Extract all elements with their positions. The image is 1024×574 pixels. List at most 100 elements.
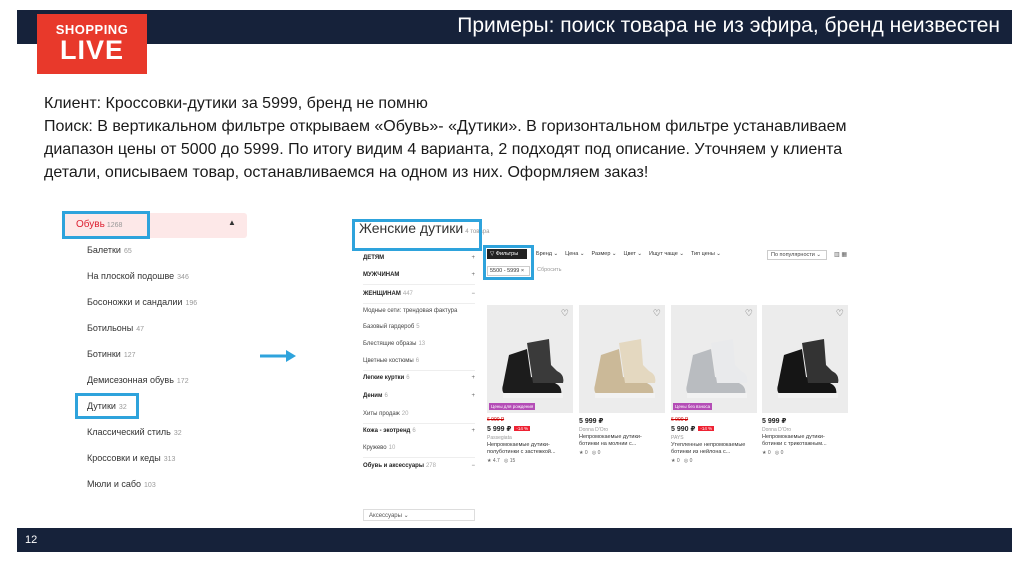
heart-icon[interactable]: ♡ bbox=[653, 308, 661, 319]
old-price: 6 990 ₽ bbox=[671, 417, 689, 423]
expand-icon[interactable]: + bbox=[471, 375, 475, 381]
divider bbox=[363, 423, 475, 424]
text-line-range: диапазон цены от 5000 до 5999. По итогу … bbox=[44, 141, 843, 158]
reset-link[interactable]: Сбросить bbox=[537, 267, 561, 273]
sidebar-category-row[interactable]: Блестящие образы 13 bbox=[363, 341, 475, 347]
product-image[interactable]: ♡ Цены для рождения bbox=[487, 305, 573, 413]
sidebar-category-row[interactable]: Модные сети: трендовая фактура bbox=[363, 308, 475, 314]
accessories-select[interactable]: Аксессуары ⌄ bbox=[363, 509, 475, 521]
brand: Passegiata bbox=[487, 435, 512, 441]
price: 5 999 ₽ -14 % bbox=[487, 426, 531, 433]
filter-dropdown[interactable]: Тип цены ⌄ bbox=[691, 251, 721, 257]
text-line-client: Клиент: Кроссовки-дутики за 5999, бренд … bbox=[44, 95, 428, 112]
expand-icon[interactable]: + bbox=[471, 272, 475, 278]
product-name[interactable]: Непромокаемые дутики-ботинки с трикотажн… bbox=[762, 434, 850, 448]
highlight-box-shoes bbox=[62, 211, 150, 239]
product-card[interactable]: ♡ Цены без взноса 6 990 ₽ 5 990 ₽ -14 % PAYS У… bbox=[671, 305, 759, 464]
slide-title: Примеры: поиск товара не из эфира, бренд… bbox=[457, 14, 1000, 37]
price: 5 990 ₽ -14 % bbox=[671, 426, 715, 433]
caret-up-icon[interactable]: ▲ bbox=[228, 218, 236, 227]
brand: Donna D'Oro bbox=[762, 427, 792, 433]
sort-select[interactable]: По популярности ⌄ bbox=[767, 250, 827, 260]
page-number: 12 bbox=[25, 534, 38, 546]
promo-badge: Цены для рождения bbox=[489, 403, 536, 410]
rating-row: ★ 0 ◎ 0 bbox=[579, 450, 601, 456]
category-item[interactable]: Демисезонная обувь 172 bbox=[87, 375, 189, 385]
sidebar-category-row[interactable]: Легкие куртки 6 + bbox=[363, 375, 475, 381]
sidebar-category-row[interactable]: Базовый гардероб 5 bbox=[363, 324, 475, 330]
category-item[interactable]: Ботинки 127 bbox=[87, 349, 136, 359]
shopping-live-logo: SHOPPING LIVE bbox=[37, 14, 147, 74]
comment-icon: ◎ bbox=[774, 450, 780, 456]
grid-view-icon[interactable]: ▥ ▦ bbox=[834, 251, 847, 258]
brand: PAYS bbox=[671, 435, 684, 441]
category-item[interactable]: На плоской подошве 346 bbox=[87, 271, 189, 281]
expand-icon[interactable]: + bbox=[471, 428, 475, 434]
divider bbox=[363, 457, 475, 458]
filter-dropdown[interactable]: Цена ⌄ bbox=[565, 251, 584, 257]
highlight-box-title bbox=[352, 219, 482, 251]
highlight-box-filters bbox=[483, 245, 534, 280]
sidebar-category-row[interactable]: ДЕТЯМ + bbox=[363, 255, 475, 261]
heart-icon[interactable]: ♡ bbox=[745, 308, 753, 319]
category-item[interactable]: Балетки 65 bbox=[87, 245, 132, 255]
arrow-right-icon bbox=[260, 350, 296, 362]
product-name[interactable]: Непромокаемые дутики-полуботинки с засте… bbox=[487, 442, 575, 456]
price: 5 999 ₽ bbox=[579, 418, 604, 425]
product-card[interactable]: ♡ 5 999 ₽ Donna D'Oro Непромокаемые дутики-… bbox=[762, 305, 850, 456]
product-image[interactable]: ♡ bbox=[762, 305, 848, 413]
product-card[interactable]: ♡ 5 999 ₽ Donna D'Oro Непромокаемые дутики-… bbox=[579, 305, 667, 456]
divider bbox=[363, 303, 475, 304]
boot-image bbox=[762, 305, 848, 413]
filter-dropdown[interactable]: Цвет ⌄ bbox=[624, 251, 642, 257]
star-icon: ★ bbox=[487, 458, 492, 464]
sidebar-category-row[interactable]: МУЖЧИНАМ + bbox=[363, 272, 475, 278]
price: 5 999 ₽ bbox=[762, 418, 787, 425]
old-price: 6 990 ₽ bbox=[487, 417, 505, 423]
filter-dropdown[interactable]: Бренд ⌄ bbox=[536, 251, 558, 257]
highlight-box-dutiki bbox=[75, 393, 139, 419]
expand-icon[interactable]: + bbox=[471, 393, 475, 399]
promo-badge: Цены без взноса bbox=[673, 403, 713, 410]
sidebar-category-row[interactable]: Кружево 10 bbox=[363, 445, 475, 451]
category-item[interactable]: Классический стиль 32 bbox=[87, 427, 182, 437]
text-line-search: Поиск: В вертикальном фильтре открываем … bbox=[44, 118, 847, 135]
product-name[interactable]: Утепленные непромокаемые ботинки из нейло… bbox=[671, 442, 759, 456]
boot-image bbox=[671, 305, 757, 413]
expand-icon[interactable]: + bbox=[471, 255, 475, 261]
category-item[interactable]: Ботильоны 47 bbox=[87, 323, 144, 333]
category-item[interactable]: Мюли и сабо 103 bbox=[87, 479, 156, 489]
filter-toolbar: Бренд ⌄ Цена ⌄ Размер ⌄ Цвет ⌄ Ищут чаще ⌄ Ти… bbox=[536, 251, 728, 257]
sidebar-category-row[interactable]: Обувь и аксессуары 278− bbox=[363, 463, 475, 469]
sidebar-category-row[interactable]: ЖЕНЩИНАМ 447− bbox=[363, 291, 475, 297]
comment-icon: ◎ bbox=[683, 458, 689, 464]
sidebar-category-row[interactable]: Хиты продаж 20 bbox=[363, 411, 475, 417]
comment-icon: ◎ bbox=[504, 458, 509, 464]
divider bbox=[363, 370, 475, 371]
logo-line-2: LIVE bbox=[59, 35, 124, 65]
discount-badge: -14 % bbox=[698, 426, 715, 431]
discount-badge: -14 % bbox=[514, 426, 531, 431]
collapse-icon[interactable]: − bbox=[471, 291, 475, 297]
heart-icon[interactable]: ♡ bbox=[836, 308, 844, 319]
text-line-order: детали, описываем товар, останавливаемся… bbox=[44, 164, 649, 181]
heart-icon[interactable]: ♡ bbox=[561, 308, 569, 319]
filter-dropdown[interactable]: Размер ⌄ bbox=[592, 251, 617, 257]
product-name[interactable]: Непромокаемые дутики-ботинки на молнии с… bbox=[579, 434, 667, 448]
category-item[interactable]: Кроссовки и кеды 313 bbox=[87, 453, 175, 463]
sidebar-category-row[interactable]: Деним 6 + bbox=[363, 393, 475, 399]
collapse-icon[interactable]: − bbox=[471, 463, 475, 469]
rating-row: ★ 0 ◎ 0 bbox=[762, 450, 784, 456]
boot-image bbox=[487, 305, 573, 413]
footer-bar: 12 bbox=[17, 528, 1012, 552]
product-image[interactable]: ♡ bbox=[579, 305, 665, 413]
product-image[interactable]: ♡ Цены без взноса bbox=[671, 305, 757, 413]
star-icon: ★ bbox=[762, 450, 767, 456]
filter-dropdown[interactable]: Ищут чаще ⌄ bbox=[649, 251, 684, 257]
product-card[interactable]: ♡ Цены для рождения 6 990 ₽ 5 999 ₽ -14 % Pas… bbox=[487, 305, 575, 464]
title-bar: Примеры: поиск товара не из эфира, бренд… bbox=[17, 10, 1012, 44]
category-item[interactable]: Босоножки и сандалии 196 bbox=[87, 297, 197, 307]
sidebar-category-row[interactable]: Кожа - экотренд 6 + bbox=[363, 428, 475, 434]
star-icon: ★ bbox=[579, 450, 584, 456]
sidebar-category-row[interactable]: Цветные костюмы 6 bbox=[363, 358, 475, 364]
